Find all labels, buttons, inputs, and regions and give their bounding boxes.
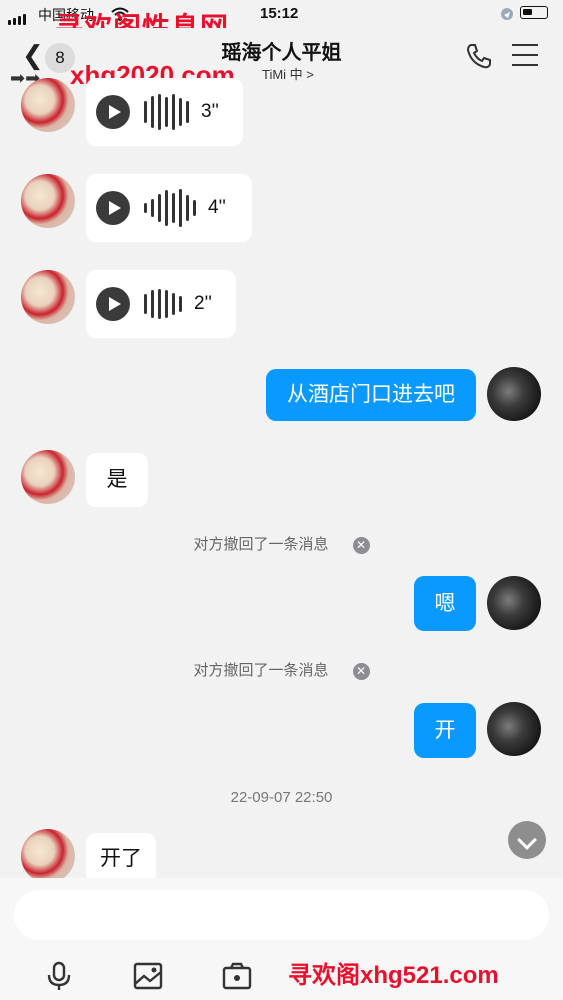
play-icon[interactable] (96, 287, 130, 321)
voice-duration: 4'' (208, 197, 226, 218)
incoming-message[interactable]: 是 (86, 453, 148, 507)
contact-avatar[interactable] (21, 829, 75, 883)
voice-duration: 3'' (201, 101, 219, 122)
outgoing-message[interactable]: 嗯 (414, 576, 476, 631)
battery-icon (520, 6, 548, 19)
watermark-url-bottom: 寻欢阁xhg521.com (288, 962, 499, 989)
location-icon (501, 8, 513, 20)
close-icon[interactable]: ✕ (352, 662, 370, 680)
microphone-icon[interactable] (43, 960, 75, 992)
chevron-down-icon[interactable] (508, 821, 546, 859)
recall-notice-text: 对方撤回了一条消息 (193, 662, 329, 679)
contact-avatar[interactable] (21, 450, 75, 504)
contact-avatar[interactable] (21, 270, 75, 324)
signal-icon (8, 9, 28, 25)
voice-message[interactable]: 3'' (86, 78, 243, 146)
my-avatar[interactable] (487, 367, 541, 421)
my-avatar[interactable] (487, 576, 541, 630)
recall-notice-text: 对方撤回了一条消息 (193, 536, 329, 553)
play-icon[interactable] (96, 95, 130, 129)
voice-message[interactable]: 4'' (86, 174, 252, 242)
phone-icon[interactable] (465, 42, 493, 70)
contact-avatar[interactable] (21, 78, 75, 132)
message-timestamp: 22-09-07 22:50 (230, 789, 333, 806)
waveform-icon (144, 189, 200, 227)
waveform-icon (144, 94, 193, 130)
camera-icon[interactable] (221, 960, 253, 992)
voice-duration: 2'' (194, 293, 212, 314)
voice-message[interactable]: 2'' (86, 270, 236, 338)
clock: 15:12 (260, 5, 299, 22)
waveform-icon (144, 289, 186, 319)
outgoing-message[interactable]: 从酒店门口进去吧 (266, 369, 476, 421)
recall-notice: 对方撤回了一条消息 ✕ (0, 533, 563, 554)
menu-icon[interactable] (512, 44, 538, 74)
contact-avatar[interactable] (21, 174, 75, 228)
outgoing-message[interactable]: 开 (414, 703, 476, 758)
play-icon[interactable] (96, 191, 130, 225)
my-avatar[interactable] (487, 702, 541, 756)
recall-notice: 对方撤回了一条消息 ✕ (0, 659, 563, 680)
message-input[interactable] (14, 890, 549, 940)
close-icon[interactable]: ✕ (352, 536, 370, 554)
chat-subtitle[interactable]: TiMi 中 > (262, 64, 314, 83)
image-icon[interactable] (132, 960, 164, 992)
